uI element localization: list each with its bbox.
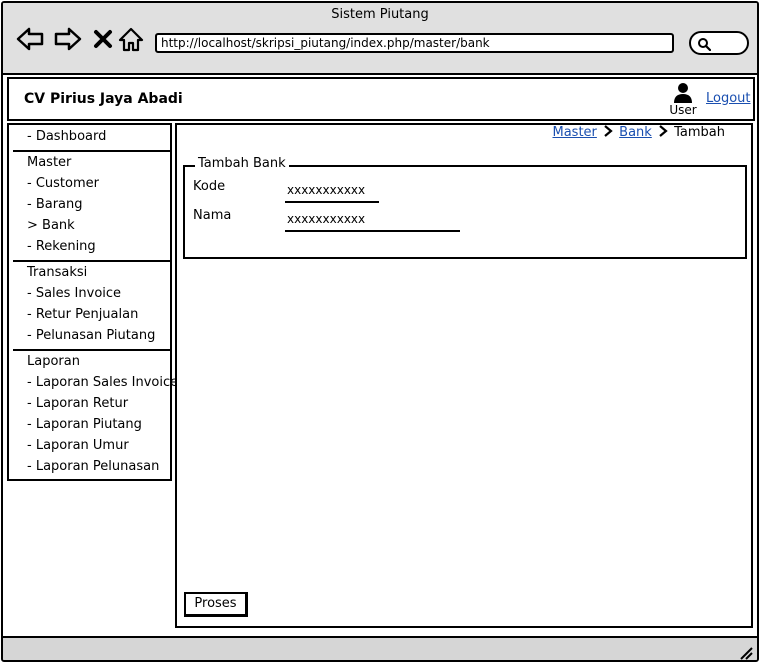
sidebar-item-dashboard[interactable]: - Dashboard (27, 129, 106, 145)
logout-link[interactable]: Logout (706, 91, 751, 106)
breadcrumb-link-master[interactable]: Master (552, 125, 596, 140)
nama-underline (285, 230, 460, 232)
kode-label: Kode (193, 179, 226, 194)
forward-arrow-icon[interactable] (53, 25, 83, 53)
close-icon[interactable] (91, 25, 115, 53)
sidebar-item-barang[interactable]: - Barang (27, 197, 83, 213)
sidebar-item-pelunasan-piutang[interactable]: - Pelunasan Piutang (27, 328, 155, 344)
main-content: Master Bank Tambah Tambah Bank Kode xxxx… (175, 123, 753, 628)
browser-window: Sistem Piutang http://localhost/skripsi_… (1, 1, 759, 662)
nama-label: Nama (193, 208, 232, 223)
sidebar-divider (13, 260, 171, 262)
kode-input[interactable]: xxxxxxxxxxx (287, 183, 365, 197)
company-name: CV Pirius Jaya Abadi (24, 91, 183, 107)
resize-grip-icon[interactable] (737, 644, 753, 660)
url-input[interactable]: http://localhost/skripsi_piutang/index.p… (155, 33, 674, 53)
kode-underline (285, 201, 379, 203)
sidebar-item-laporan-retur[interactable]: - Laporan Retur (27, 396, 128, 412)
browser-search-field[interactable] (689, 31, 749, 55)
nama-input[interactable]: xxxxxxxxxxx (287, 212, 365, 226)
form-tambah-bank: Tambah Bank Kode xxxxxxxxxxx Nama xxxxxx… (183, 156, 747, 259)
sidebar-divider (13, 349, 171, 351)
app-header: CV Pirius Jaya Abadi User Logout (7, 77, 755, 121)
browser-chrome: Sistem Piutang http://localhost/skripsi_… (3, 3, 757, 75)
sidebar-item-rekening[interactable]: - Rekening (27, 239, 96, 255)
proses-button[interactable]: Proses (184, 592, 248, 617)
back-arrow-icon[interactable] (15, 25, 45, 53)
breadcrumb-link-bank[interactable]: Bank (619, 125, 652, 140)
user-profile: User (668, 82, 698, 117)
sidebar-heading-transaksi: Transaksi (27, 265, 88, 280)
sidebar-item-sales-invoice[interactable]: - Sales Invoice (27, 286, 121, 302)
sidebar-divider (13, 150, 171, 152)
window-title: Sistem Piutang (331, 7, 429, 22)
breadcrumb-current: Tambah (674, 125, 725, 140)
home-icon[interactable] (117, 25, 145, 53)
form-legend: Tambah Bank (195, 156, 289, 171)
user-icon (674, 83, 692, 103)
chevron-right-icon (604, 125, 613, 137)
sidebar-item-retur-penjualan[interactable]: - Retur Penjualan (27, 307, 138, 323)
sidebar-item-laporan-umur[interactable]: - Laporan Umur (27, 438, 129, 454)
user-label: User (669, 103, 697, 117)
chevron-right-icon (659, 125, 668, 137)
breadcrumb: Master Bank Tambah (552, 125, 725, 140)
sidebar-item-bank[interactable]: > Bank (27, 218, 75, 234)
status-bar (3, 636, 757, 660)
sidebar-item-customer[interactable]: - Customer (27, 176, 99, 192)
sidebar-menu: - Dashboard Master - Customer - Barang >… (7, 123, 178, 481)
sidebar-heading-laporan: Laporan (27, 354, 80, 369)
sidebar-item-laporan-pelunasan[interactable]: - Laporan Pelunasan (27, 459, 159, 475)
sidebar-heading-master: Master (27, 155, 72, 170)
sidebar-item-laporan-sales-invoice[interactable]: - Laporan Sales Invoice (27, 375, 178, 391)
sidebar-item-laporan-piutang[interactable]: - Laporan Piutang (27, 417, 142, 433)
search-icon (698, 38, 711, 51)
